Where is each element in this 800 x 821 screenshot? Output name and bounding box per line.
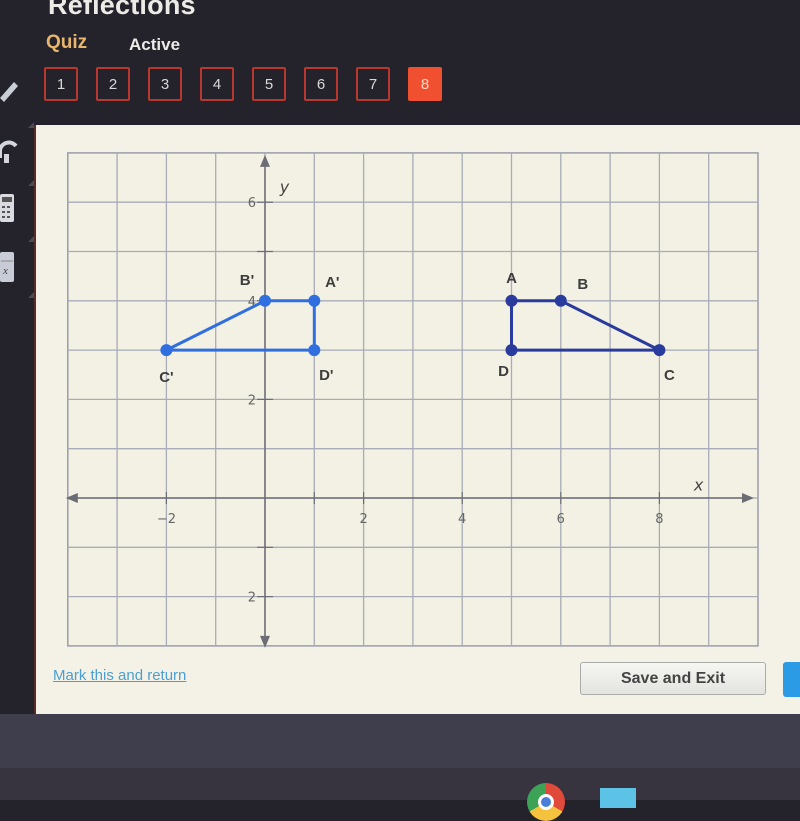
x-tick-label: 6 xyxy=(557,512,565,527)
point-label: A xyxy=(506,270,517,287)
mark-and-return-link[interactable]: Mark this and return xyxy=(53,667,186,684)
y-tick-label: 2 xyxy=(248,591,256,606)
y-tick-label: 2 xyxy=(248,393,256,408)
point-label: D xyxy=(498,363,509,380)
y-axis-label: y xyxy=(279,177,290,196)
point-c-prime[interactable] xyxy=(160,344,173,357)
next-button[interactable] xyxy=(783,662,800,697)
point-a[interactable] xyxy=(505,294,518,307)
app-icon[interactable] xyxy=(600,788,636,808)
save-and-exit-button[interactable]: Save and Exit xyxy=(580,662,766,695)
x-tick-label: −2 xyxy=(157,512,176,527)
point-label: B xyxy=(577,276,588,293)
x-axis-label: x xyxy=(693,476,704,495)
x-tick-label: 2 xyxy=(359,512,367,527)
point-label: C' xyxy=(159,369,173,386)
point-label: B' xyxy=(240,272,254,289)
chrome-icon[interactable] xyxy=(527,783,565,821)
point-b[interactable] xyxy=(554,294,567,307)
x-tick-label: 4 xyxy=(458,512,466,527)
taskbar-shelf xyxy=(0,768,800,800)
point-c[interactable] xyxy=(653,344,666,357)
x-tick-label: 8 xyxy=(655,512,663,527)
point-label: A' xyxy=(325,274,339,291)
point-label: D' xyxy=(319,367,333,384)
point-a-prime[interactable] xyxy=(308,294,321,307)
point-d-prime[interactable] xyxy=(308,344,321,357)
y-tick-label: 6 xyxy=(248,196,256,211)
point-d[interactable] xyxy=(505,344,518,357)
point-label: C xyxy=(664,367,675,384)
point-b-prime[interactable] xyxy=(259,294,271,307)
grid xyxy=(67,152,759,647)
